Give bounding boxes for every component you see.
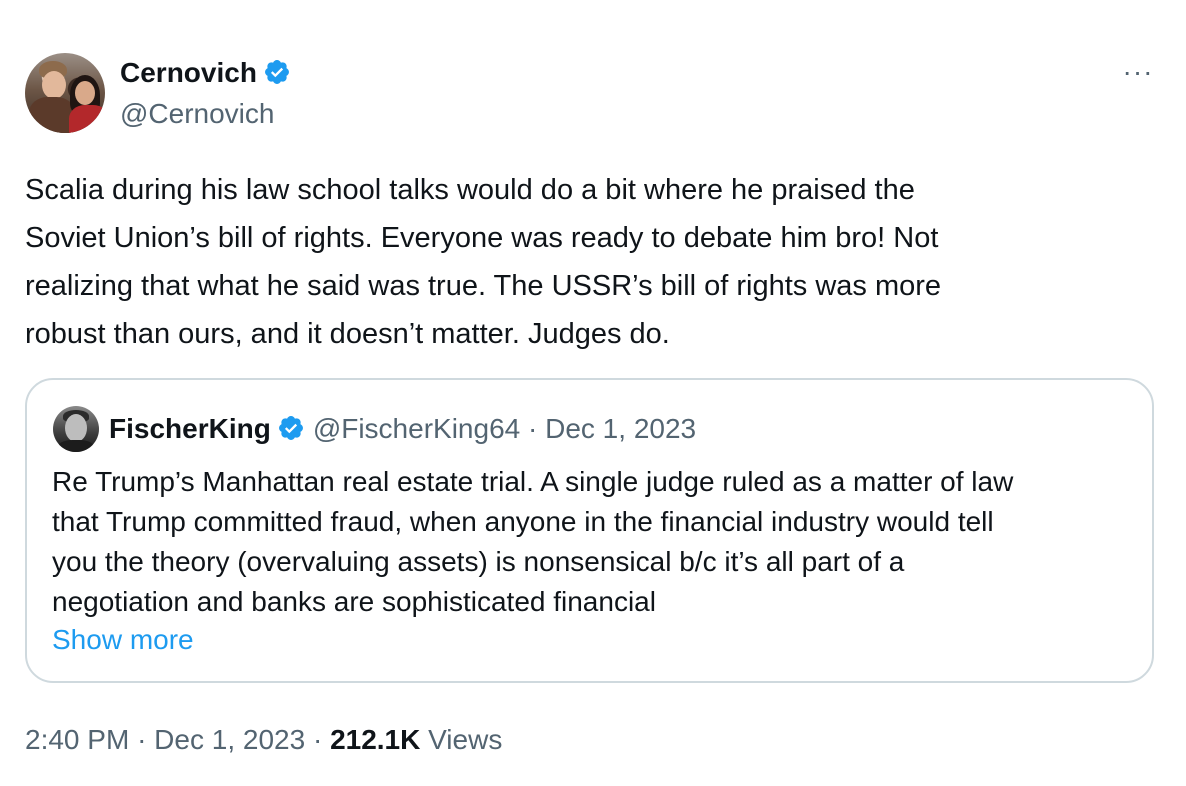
footer-separator: · [312, 724, 323, 755]
tweet-date[interactable]: Dec 1, 2023 [154, 724, 305, 755]
author-avatar[interactable] [25, 53, 105, 133]
views-label: Views [428, 724, 503, 755]
quoted-verified-badge-icon [278, 416, 303, 440]
tweet-footer: 2:40 PM · Dec 1, 2023 · 212.1K Views [25, 722, 502, 758]
author-name-text[interactable]: Cernovich [120, 57, 257, 88]
quoted-author-handle: @FischerKing64 [312, 413, 521, 444]
show-more-link[interactable]: Show more [52, 622, 194, 658]
footer-separator: · [137, 724, 147, 755]
tweet-text: Scalia during his law school talks would… [25, 174, 942, 350]
quoted-author-name: FischerKing [109, 413, 271, 444]
quoted-tweet-header: FischerKing @FischerKing64 · Dec 1, 2023 [109, 412, 696, 446]
author-handle[interactable]: @Cernovich [120, 97, 274, 131]
more-options-icon[interactable]: ··· [1120, 58, 1156, 86]
quoted-tweet-card[interactable]: FischerKing @FischerKing64 · Dec 1, 2023 … [25, 378, 1154, 683]
quoted-author-avatar [53, 406, 99, 452]
quoted-tweet-text: Re Trump’s Manhattan real estate trial. … [52, 466, 1014, 617]
tweet-time[interactable]: 2:40 PM [25, 724, 129, 755]
quoted-date: Dec 1, 2023 [545, 413, 697, 444]
views-count[interactable]: 212.1K [330, 724, 420, 755]
author-display-name[interactable]: Cernovich [120, 56, 291, 90]
verified-badge-icon [264, 60, 289, 84]
quoted-separator: · [528, 413, 538, 444]
